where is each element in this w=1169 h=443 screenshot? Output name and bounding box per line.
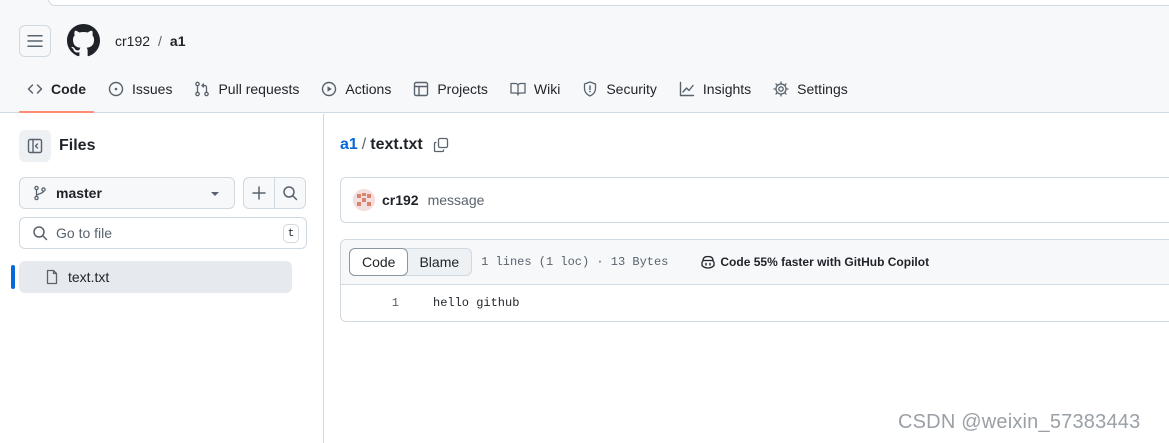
search-code-button[interactable] [274,177,306,209]
collapse-file-tree-button[interactable] [19,130,51,162]
line-number[interactable]: 1 [341,296,399,310]
tab-label: Settings [797,81,848,97]
file-icon [46,269,58,285]
tab-code[interactable]: Code [19,72,94,113]
path-separator: / [361,136,367,153]
tab-label: Security [606,81,657,97]
browser-top-strip [0,0,1169,10]
add-file-button[interactable] [243,177,275,209]
repo-breadcrumb: cr192 / a1 [115,33,186,49]
tab-wiki[interactable]: Wiki [502,72,568,106]
file-tree-sidebar: Files master t text.txt [0,114,324,443]
repo-header: cr192 / a1 Code Issues Pull requests Act… [0,10,1169,113]
breadcrumb-separator: / [158,33,162,49]
tab-issues[interactable]: Issues [100,72,180,106]
tab-settings[interactable]: Settings [765,72,856,106]
files-heading: Files [59,137,96,154]
branch-name: master [56,185,102,201]
branch-icon [34,185,46,201]
tab-label: Code [51,81,86,97]
path-repo-link[interactable]: a1 [340,136,358,154]
tab-label: Issues [132,81,173,97]
tab-projects[interactable]: Projects [405,72,496,106]
tab-label: Projects [437,81,488,97]
line-text: hello github [433,296,520,310]
sidebar-collapse-icon [27,138,43,154]
repo-link[interactable]: a1 [170,33,186,49]
owner-link[interactable]: cr192 [115,33,150,49]
copy-path-button[interactable] [433,137,449,153]
code-view-button[interactable]: Code [349,248,409,276]
path-file-name: text.txt [370,136,423,153]
tab-label: Actions [345,81,392,97]
plus-icon [252,186,266,200]
branch-selector[interactable]: master [19,177,235,209]
search-icon [33,226,48,241]
tab-insights[interactable]: Insights [671,72,759,106]
search-icon [283,186,298,201]
hamburger-icon [27,35,43,47]
tab-security[interactable]: Security [574,72,665,106]
view-toggle: Code Blame [349,248,473,276]
gear-icon [773,81,789,97]
code-icon [27,84,43,94]
issue-icon [108,81,124,97]
play-icon [322,81,337,97]
tab-label: Pull requests [218,81,300,97]
go-to-file-field[interactable]: t [19,217,307,249]
file-header: Code Blame 1 lines (1 loc) · 13 Bytes Co… [341,240,1169,285]
identicon-icon [353,189,375,211]
avatar[interactable] [353,189,375,211]
copilot-promo-text: Code 55% faster with GitHub Copilot [720,255,930,269]
pull-request-icon [195,81,210,97]
tree-item-file[interactable]: text.txt [19,261,292,293]
menu-button[interactable] [19,25,51,57]
tab-label: Wiki [533,81,561,97]
copilot-icon [701,255,716,269]
blame-view-button[interactable]: Blame [407,249,471,275]
repo-nav: Code Issues Pull requests Actions Projec… [19,72,862,113]
latest-commit-bar: cr192 message [340,177,1169,223]
keyboard-shortcut-hint: t [283,224,299,243]
github-logo-icon[interactable] [67,24,100,57]
file-content-box: Code Blame 1 lines (1 loc) · 13 Bytes Co… [340,239,1169,322]
book-icon [510,82,526,96]
copy-icon [433,137,448,153]
chevron-down-icon [211,192,219,196]
tab-pull-requests[interactable]: Pull requests [186,72,307,106]
table-icon [414,81,429,97]
tab-label: Insights [702,81,752,97]
file-name: text.txt [68,269,110,285]
file-path-breadcrumb: a1 / text.txt [340,136,449,154]
code-line: 1 hello github [341,285,1169,321]
file-view: a1 / text.txt cr192 message Code Blame 1… [325,114,1169,443]
shield-icon [584,81,597,97]
commit-author[interactable]: cr192 [382,192,419,208]
graph-icon [679,81,695,97]
copilot-promo-link[interactable]: Code 55% faster with GitHub Copilot [700,254,929,270]
file-stats: 1 lines (1 loc) · 13 Bytes [481,255,669,269]
selected-item-indicator [11,265,15,289]
go-to-file-input[interactable] [56,225,266,241]
commit-message[interactable]: message [428,192,485,208]
tab-actions[interactable]: Actions [313,72,399,106]
watermark: CSDN @weixin_57383443 [898,411,1141,433]
